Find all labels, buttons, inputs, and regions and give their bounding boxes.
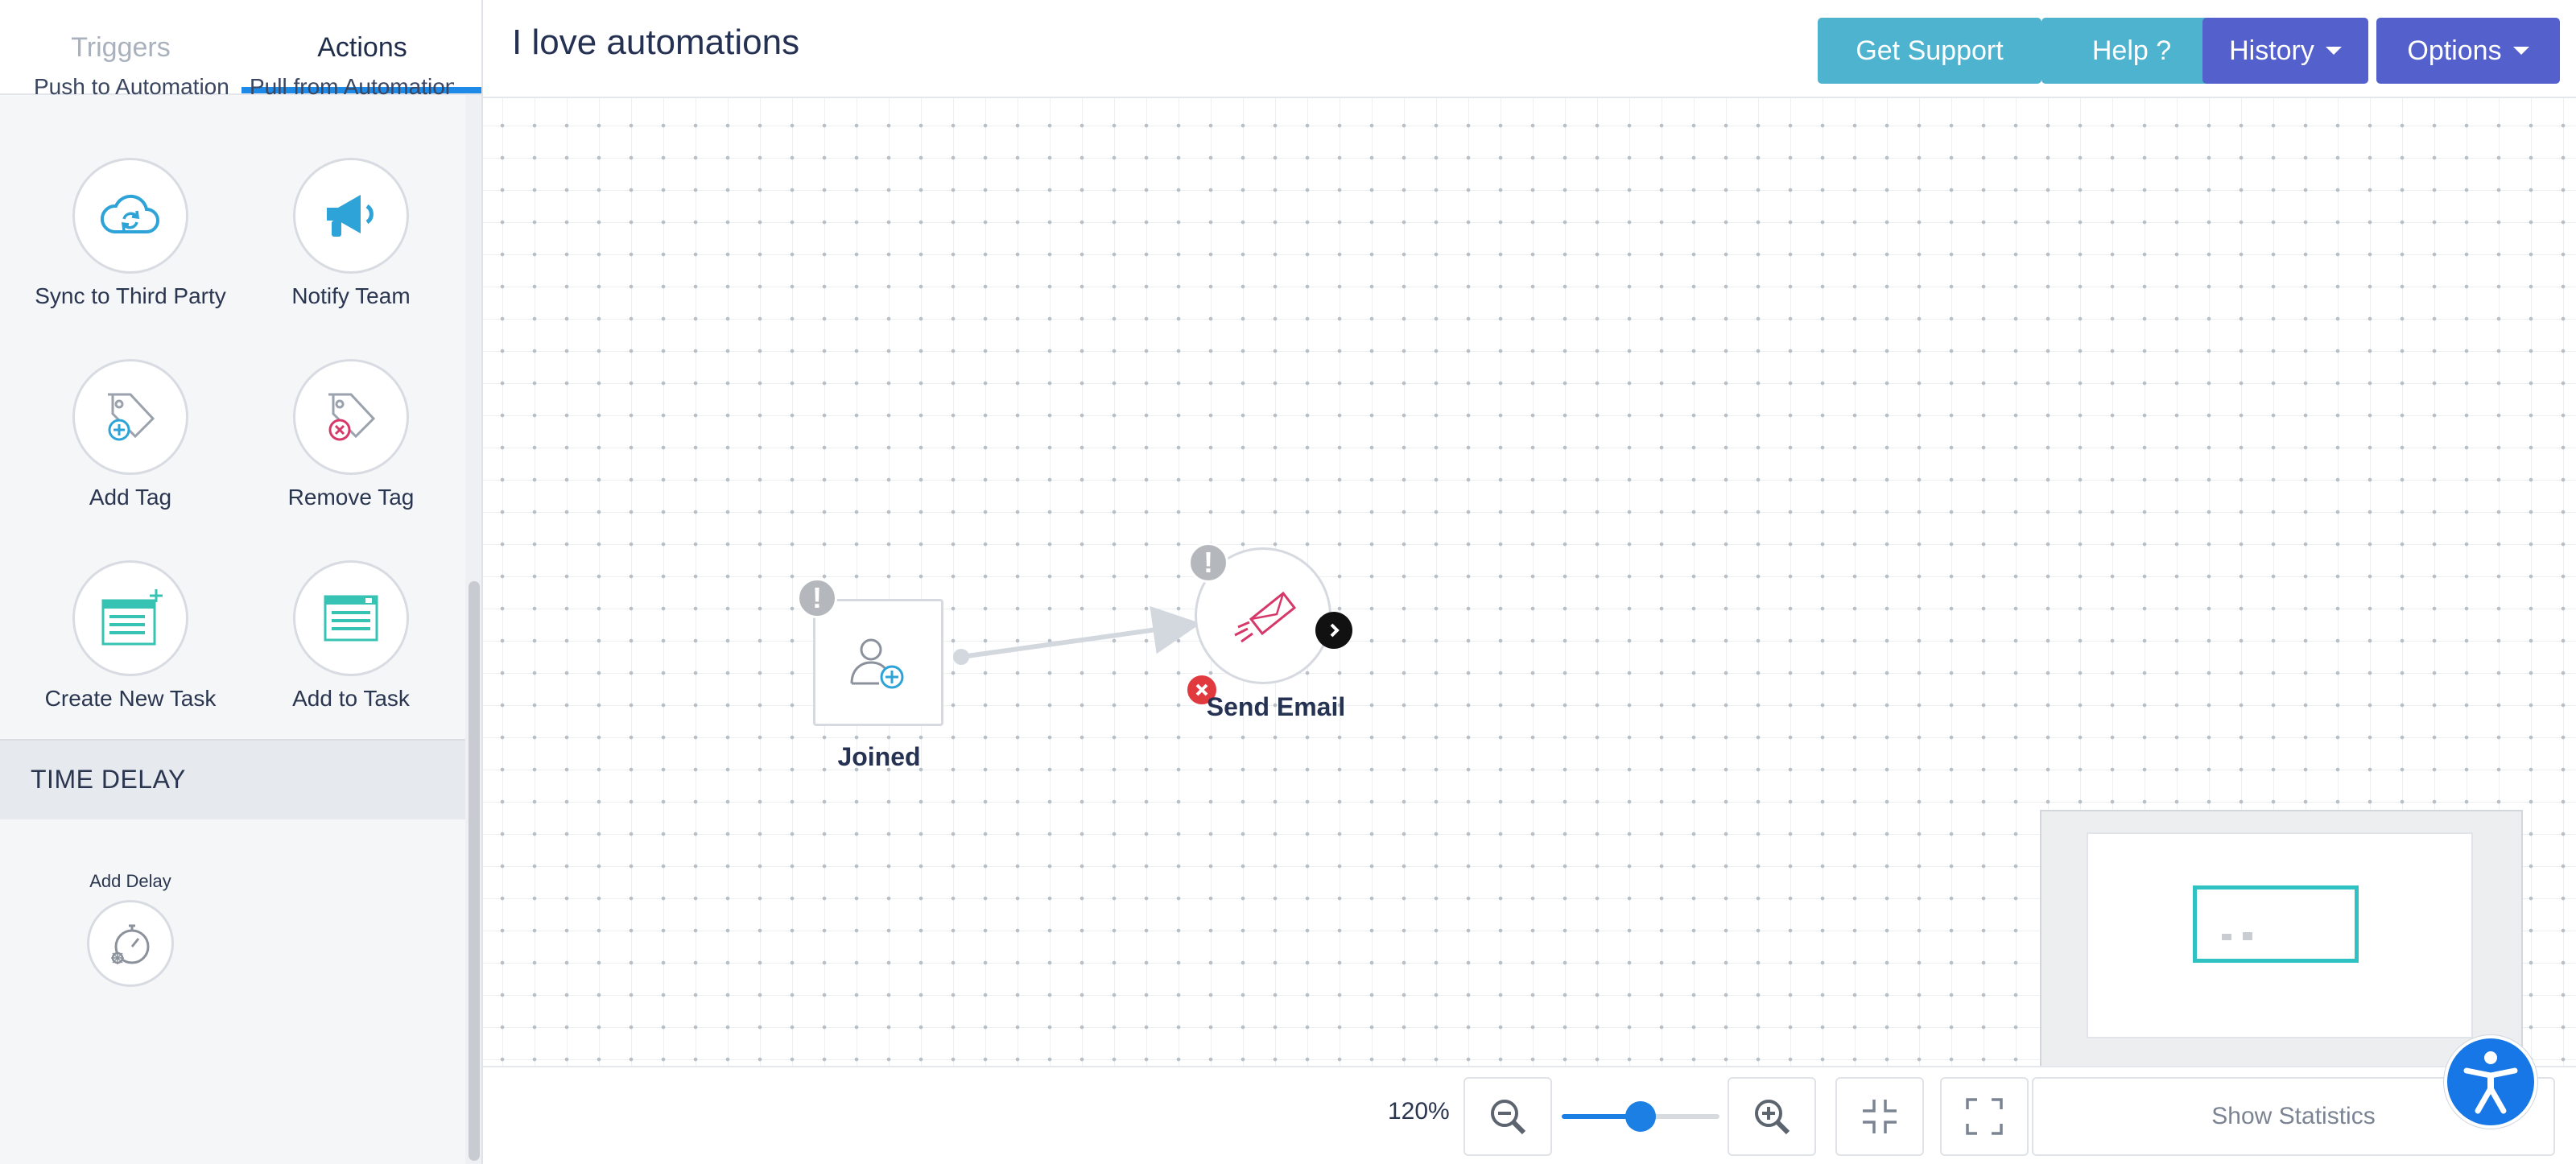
canvas-toolbar: 120% Show Statistics bbox=[483, 1066, 2576, 1164]
time-delay-section-header: TIME DELAY bbox=[0, 739, 465, 819]
left-panel: Triggers Actions Push to Automation Pull… bbox=[0, 0, 483, 1164]
action-circle[interactable] bbox=[293, 560, 409, 676]
action-label: Notify Team bbox=[291, 283, 411, 308]
chevron-right-icon bbox=[1330, 623, 1340, 638]
accessibility-button[interactable] bbox=[2444, 1035, 2537, 1129]
node-label-send-email: Send Email bbox=[1206, 692, 1346, 721]
zoom-out-icon bbox=[1491, 1100, 1526, 1135]
action-create-new-task[interactable]: Create New Task bbox=[10, 560, 251, 712]
action-add-to-task[interactable]: Add to Task bbox=[230, 560, 472, 712]
get-support-button[interactable]: Get Support bbox=[1818, 18, 2041, 84]
fullscreen-button[interactable] bbox=[1940, 1077, 2029, 1156]
minimap-node bbox=[2243, 932, 2252, 940]
action-add-delay[interactable]: Add Delay bbox=[50, 871, 211, 987]
zoom-slider[interactable] bbox=[1562, 1101, 1719, 1132]
stopwatch-icon bbox=[111, 924, 150, 964]
options-dropdown-button[interactable]: Options bbox=[2376, 18, 2560, 84]
caret-down-icon bbox=[2325, 47, 2342, 55]
button-label: Help ? bbox=[2091, 35, 2172, 66]
action-label: Sync to Third Party bbox=[35, 283, 226, 308]
history-dropdown-button[interactable]: History bbox=[2202, 18, 2368, 84]
expand-icon bbox=[1966, 1098, 2003, 1135]
action-label: Add Delay bbox=[89, 871, 171, 891]
zoom-in-icon bbox=[1755, 1100, 1790, 1135]
node-label-joined: Joined bbox=[837, 742, 921, 771]
button-label: History bbox=[2229, 35, 2314, 66]
collapse-icon bbox=[1863, 1100, 1897, 1133]
section-title: TIME DELAY bbox=[31, 765, 186, 794]
warning-icon[interactable]: ! bbox=[1188, 543, 1228, 583]
action-circle[interactable] bbox=[293, 158, 409, 274]
zoom-out-button[interactable] bbox=[1463, 1077, 1552, 1156]
zoom-level: 120% bbox=[1388, 1098, 1450, 1125]
zoom-in-button[interactable] bbox=[1728, 1077, 1816, 1156]
minimap[interactable] bbox=[2040, 810, 2523, 1066]
help-button[interactable]: Help ? bbox=[2041, 18, 2222, 84]
action-circle[interactable] bbox=[72, 560, 188, 676]
action-label: Add to Task bbox=[292, 686, 410, 711]
tag-add-icon bbox=[108, 393, 155, 441]
zoom-slider-thumb[interactable] bbox=[1625, 1101, 1656, 1132]
button-label: Show Statistics bbox=[2211, 1103, 2376, 1129]
minimap-viewport[interactable] bbox=[2193, 885, 2359, 963]
pull-from-automation-label: Pull from Automation bbox=[250, 77, 454, 97]
push-to-automation-label: Push to Automation bbox=[34, 77, 229, 97]
header: I love automations Get Support Help ? Hi… bbox=[483, 0, 2576, 98]
minimap-canvas bbox=[2087, 832, 2473, 1038]
action-label: Remove Tag bbox=[287, 485, 415, 510]
action-circle[interactable] bbox=[72, 359, 188, 475]
action-circle[interactable] bbox=[87, 900, 174, 987]
cloud-sync-icon bbox=[101, 194, 159, 233]
action-circle[interactable] bbox=[293, 359, 409, 475]
action-sync-third-party[interactable]: Sync to Third Party bbox=[10, 158, 251, 309]
workflow-canvas[interactable]: ! Joined ! Send Email bbox=[483, 98, 2576, 1066]
action-circle[interactable] bbox=[72, 158, 188, 274]
button-label: Get Support bbox=[1856, 35, 2004, 66]
fit-to-screen-button[interactable] bbox=[1835, 1077, 1924, 1156]
automation-title[interactable]: I love automations bbox=[512, 23, 799, 63]
action-add-tag[interactable]: Add Tag bbox=[10, 359, 251, 510]
tag-remove-icon bbox=[328, 393, 376, 441]
caret-down-icon bbox=[2512, 47, 2529, 55]
button-label: Options bbox=[2407, 35, 2502, 66]
user-add-icon bbox=[850, 638, 904, 689]
trigger-node-joined[interactable] bbox=[813, 599, 943, 726]
next-step-chevron-icon[interactable] bbox=[1315, 612, 1352, 649]
action-notify-team[interactable]: Notify Team bbox=[230, 158, 472, 309]
action-remove-tag[interactable]: Remove Tag bbox=[230, 359, 472, 510]
task-add-icon bbox=[324, 595, 378, 642]
action-label: Add Tag bbox=[89, 485, 172, 510]
minimap-node bbox=[2222, 934, 2231, 940]
send-email-icon bbox=[1234, 591, 1297, 643]
warning-icon[interactable]: ! bbox=[797, 578, 837, 618]
accessibility-icon bbox=[2463, 1051, 2518, 1114]
scrollbar-thumb[interactable] bbox=[469, 581, 480, 1161]
action-label: Create New Task bbox=[44, 686, 217, 711]
megaphone-icon bbox=[327, 195, 374, 237]
task-create-icon bbox=[101, 589, 163, 646]
